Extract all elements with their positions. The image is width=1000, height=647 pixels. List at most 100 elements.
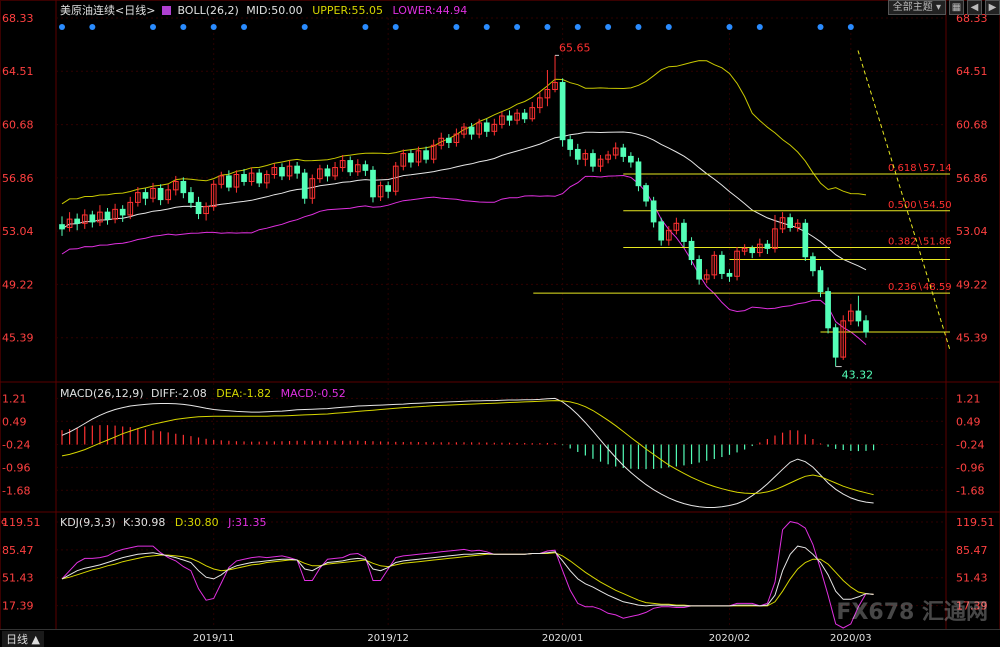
macd-y-tick-left: -0.24 (2, 439, 30, 452)
low-price-annotation: 43.32 (842, 369, 874, 382)
y-tick-label-right: 53.04 (956, 225, 988, 238)
event-dot (635, 24, 642, 30)
event-dot (180, 24, 187, 30)
boll-lower-value: LOWER:44.94 (392, 4, 468, 17)
theme-dropdown[interactable]: 全部主题 ▾ (887, 0, 946, 15)
bottom-bar: 日线 ▲ (0, 629, 1000, 647)
candle-body (855, 310, 862, 322)
top-toolbar: 全部主题 ▾ ▦ ◀ ▶ (887, 0, 1000, 16)
candle-body (726, 272, 733, 277)
kdj-y-tick-right: 85.47 (956, 544, 988, 557)
kdj-d-value: D:30.80 (174, 516, 219, 529)
boll-mid-value: MID:50.00 (246, 4, 303, 17)
kdj-y-tick-left: 85.47 (2, 544, 34, 557)
macd-y-tick-left: 1.21 (2, 392, 27, 405)
candle-body (119, 208, 126, 216)
fib-level-label: 0.382∖51.86 (888, 237, 952, 248)
event-dot (756, 24, 763, 30)
period-tab[interactable]: 日线 ▲ (2, 631, 44, 647)
y-tick-label-right: 56.86 (956, 172, 988, 185)
candle-body (521, 112, 528, 120)
candle-body (688, 240, 695, 261)
macd-header: MACD(26,12,9) DIFF:-2.08 DEA:-1.82 MACD:… (60, 387, 346, 400)
candle-body (590, 153, 596, 167)
candle-body (567, 139, 574, 150)
event-dot (726, 24, 733, 30)
chart-title: 美原油连续<日线> (60, 4, 156, 17)
candle-body (89, 214, 96, 223)
event-dot (605, 24, 612, 30)
kdj-panel (1, 519, 874, 629)
candle-body (832, 327, 839, 358)
event-dot (453, 24, 460, 30)
candle-body (408, 153, 414, 163)
candle-body (628, 155, 634, 163)
event-dot (89, 24, 96, 30)
candle-body (658, 221, 665, 241)
kdj-j-value: J:31.35 (228, 516, 267, 529)
main-header: 美原油连续<日线> BOLL(26,2) MID:50.00 UPPER:55.… (60, 2, 467, 18)
macd-dea-line (61, 400, 874, 496)
candle-body (241, 174, 247, 182)
y-tick-label-left: 64.51 (2, 65, 34, 78)
kdj-d-line (61, 552, 874, 607)
macd-y-tick-right: -0.96 (956, 461, 984, 474)
event-dot (817, 24, 824, 30)
kdj-header: KDJ(9,3,3) K:30.98 D:30.80 J:31.35 (60, 516, 267, 529)
event-dot (210, 24, 217, 30)
candlestick-panel: 0.618∖57.14 0.500∖54.50 0.382∖51.86 0.236∖4… (59, 24, 952, 382)
frame (0, 0, 1000, 630)
macd-y-tick-right: -1.68 (956, 484, 984, 497)
candle-body (423, 150, 429, 160)
macd-dea-value: DEA:-1.82 (216, 387, 272, 400)
candle-body (719, 254, 725, 274)
kdj-y-tick-right: 119.51 (956, 516, 995, 529)
candle-body (256, 172, 263, 184)
candle-body (180, 180, 187, 194)
candle-body (370, 169, 376, 198)
macd-y-tick-left: -1.68 (2, 484, 30, 497)
y-tick-label-right: 49.22 (956, 278, 988, 291)
candle-body (445, 137, 452, 143)
boll-lower-line (61, 174, 867, 345)
back-icon[interactable]: ◀ (967, 0, 982, 15)
candle-body (157, 187, 164, 201)
kdj-k-value: K:30.98 (123, 516, 166, 529)
fib-level-label: 0.618∖57.14 (888, 163, 952, 174)
forward-icon[interactable]: ▶ (985, 0, 1000, 15)
boll-label: BOLL(26,2) (177, 4, 239, 17)
macd-diff-value: DIFF:-2.08 (151, 387, 207, 400)
y-tick-label-left: 53.04 (2, 225, 34, 238)
y-tick-label-left: 49.22 (2, 278, 34, 291)
candle-body (559, 82, 566, 141)
candle-body (104, 211, 111, 220)
kdj-y-tick-left: 17.39 (2, 600, 34, 613)
candle-body (226, 175, 232, 188)
event-dot (544, 24, 551, 30)
event-dot (665, 24, 672, 30)
event-dot (574, 24, 581, 30)
event-dot (483, 24, 490, 30)
candle-body (749, 247, 756, 254)
candle-body (59, 224, 65, 230)
event-dot (301, 24, 308, 30)
candle-body (802, 222, 809, 258)
candle-body (74, 218, 81, 224)
kdj-title: KDJ(9,3,3) (60, 516, 116, 529)
grid-layer (0, 0, 1000, 630)
candle-body (142, 192, 149, 199)
macd-diff-line (61, 397, 874, 508)
grid-icon[interactable]: ▦ (949, 0, 964, 15)
candle-body (574, 148, 581, 160)
macd-y-tick-right: 1.21 (956, 392, 981, 405)
candle-body (650, 200, 657, 223)
kdj-j-line (61, 521, 874, 629)
high-price-annotation: 65.65 (559, 41, 591, 54)
event-dot (59, 24, 65, 30)
candle-body (863, 320, 869, 333)
y-tick-label-left: 56.86 (2, 172, 34, 185)
candle-body (681, 222, 687, 242)
y-tick-label-left: 45.39 (2, 332, 34, 345)
price-chart-canvas: 0.618∖57.14 0.500∖54.50 0.382∖51.86 0.236∖4… (0, 0, 1000, 644)
candle-body (195, 201, 202, 215)
